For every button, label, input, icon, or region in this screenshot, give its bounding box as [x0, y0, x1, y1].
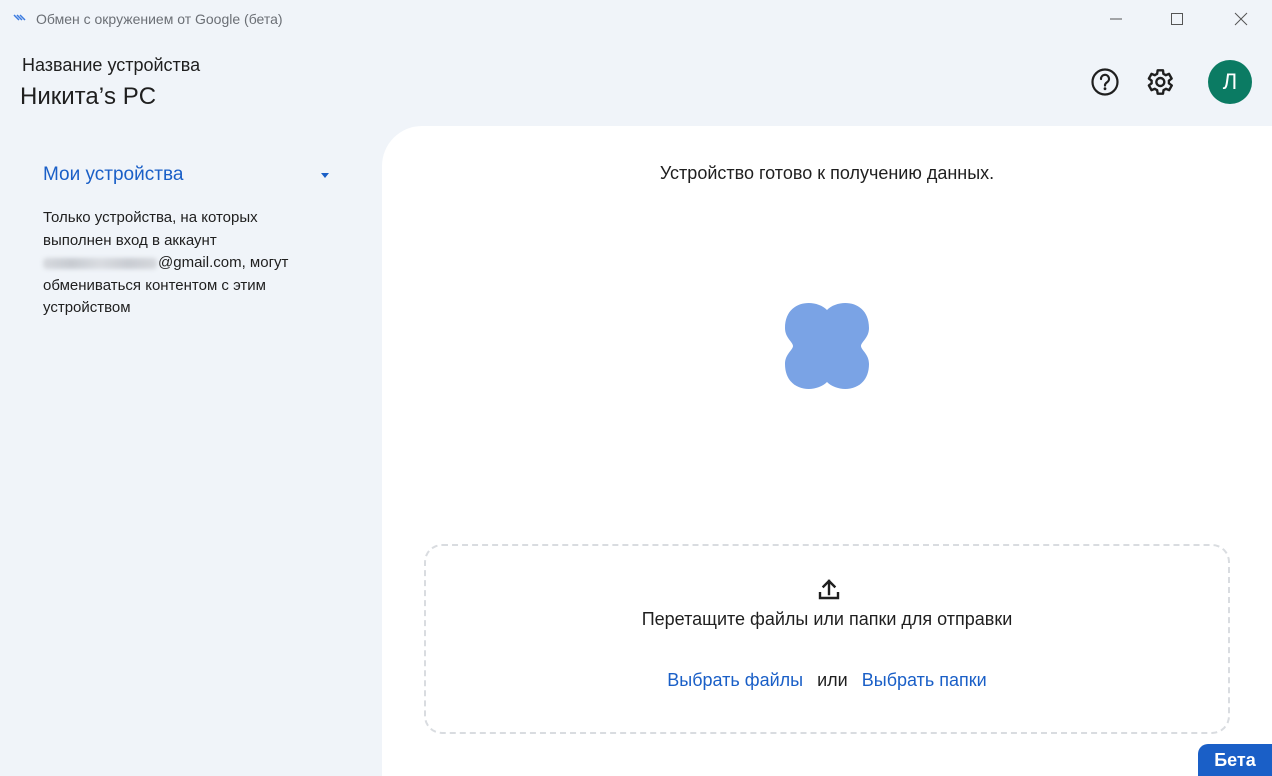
- help-icon: [1091, 68, 1119, 96]
- device-avatar-shape: [785, 303, 869, 389]
- minimize-button[interactable]: [1105, 8, 1127, 30]
- visibility-description: Только устройства, на которых выполнен в…: [43, 207, 313, 320]
- description-text: Только устройства, на которых выполнен в…: [43, 209, 258, 249]
- email-suffix: @gmail.com: [158, 254, 242, 271]
- window-title: Обмен с окружением от Google (бета): [36, 11, 283, 27]
- nearby-share-icon: [13, 14, 26, 21]
- close-icon: [1234, 12, 1248, 26]
- redacted-email: [43, 257, 157, 269]
- visibility-selector[interactable]: Мои устройства: [43, 164, 183, 186]
- title-bar: Обмен с окружением от Google (бета): [0, 0, 1272, 38]
- settings-button[interactable]: [1141, 64, 1177, 100]
- main-panel: Устройство готово к получению данных. Пе…: [382, 126, 1272, 776]
- minimize-icon: [1110, 18, 1122, 20]
- help-button[interactable]: [1087, 64, 1123, 100]
- upload-icon: [818, 579, 840, 600]
- gear-icon: [1147, 69, 1173, 95]
- maximize-icon: [1171, 13, 1183, 25]
- or-separator: или: [817, 670, 848, 690]
- avatar[interactable]: Л: [1208, 60, 1252, 104]
- drop-instructions: Перетащите файлы или папки для отправки: [641, 609, 1013, 629]
- caret-down-icon[interactable]: [318, 170, 332, 180]
- close-button[interactable]: [1230, 8, 1252, 30]
- beta-badge: Бета: [1198, 744, 1272, 776]
- device-name-caption: Название устройства: [22, 55, 201, 75]
- status-text: Устройство готово к получению данных.: [659, 163, 995, 183]
- choose-files-link[interactable]: Выбрать файлы: [667, 670, 803, 690]
- file-drop-zone[interactable]: Перетащите файлы или папки для отправки …: [424, 544, 1230, 734]
- drop-actions: Выбрать файлы или Выбрать папки: [426, 670, 1228, 691]
- choose-folders-link[interactable]: Выбрать папки: [862, 670, 987, 690]
- device-name: Никита’s PC: [20, 83, 157, 110]
- maximize-button[interactable]: [1166, 8, 1188, 30]
